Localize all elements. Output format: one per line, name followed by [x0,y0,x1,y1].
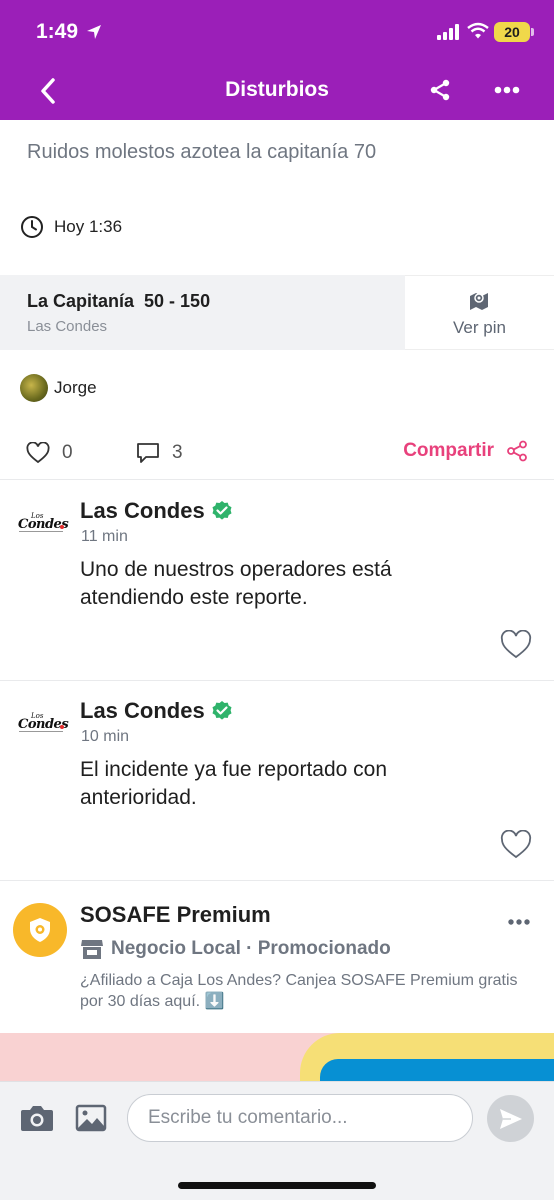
send-button[interactable] [487,1095,534,1142]
logo-underline [19,731,63,732]
comment-author-name: Las Condes [80,698,205,723]
comment-author: Las Condes [80,698,233,724]
promo-description: ¿Afiliado a Caja Los Andes? Canjea SOSAF… [80,972,518,1010]
home-indicator[interactable] [178,1182,376,1189]
author-name: Jorge [54,378,97,397]
report-headline: Ruidos molestos azotea la capitanía 70 [27,141,377,163]
report-time: Hoy 1:36 [54,217,123,236]
more-icon[interactable] [494,86,520,94]
view-pin-label: Ver pin [453,318,506,337]
share-icon [507,440,527,462]
status-bar: 1:49 20 [0,0,554,66]
comment-button[interactable]: 3 [136,442,183,464]
report-actions: 0 3 Compartir [0,432,554,472]
logo-dot [60,725,64,729]
home-area [0,1155,554,1200]
comment-author-name: Las Condes [80,498,205,523]
share-label: Compartir [403,440,494,461]
more-icon[interactable] [508,919,530,925]
wifi-icon [467,22,489,39]
comment-count: 3 [172,442,183,463]
map-icon [470,293,488,310]
send-icon [500,1109,522,1129]
promo-badge [13,903,67,957]
like-count: 0 [62,442,73,463]
verified-icon [212,701,232,720]
address-main: La Capitanía 50 - 150 [27,291,211,311]
comment-input[interactable] [127,1094,473,1142]
comment-item: Los Condes Las Condes 10 min El incident… [0,680,554,880]
location-arrow-icon [87,25,101,39]
comment-text: El incidente ya fue reportado con anteri… [80,758,388,809]
battery-tip [531,28,534,36]
avatar [20,374,48,402]
logo-underline [19,531,63,532]
las-condes-logo: Los Condes [17,712,69,734]
view-pin-button[interactable]: Ver pin [405,275,554,350]
heart-icon [26,442,50,464]
heart-icon[interactable] [500,630,532,660]
battery-indicator: 20 [494,22,530,42]
share-button[interactable]: Compartir [403,440,528,462]
comment-text: Uno de nuestros operadores está atendien… [80,558,392,609]
gallery-icon[interactable] [75,1104,107,1132]
report-time-row: Hoy 1:36 [20,215,122,239]
comment-time: 10 min [81,728,130,745]
address-box: La Capitanía 50 - 150 Las Condes [0,275,405,350]
signal-icon [437,24,459,40]
promo-card[interactable]: SOSAFE Premium Negocio Local · Promocion… [0,881,554,1033]
share-icon[interactable] [428,78,452,102]
promo-subtitle: Negocio Local · Promocionado [111,938,391,959]
shield-icon [30,918,50,942]
camera-icon[interactable] [20,1104,54,1132]
report-author[interactable]: Jorge [20,374,97,402]
status-time: 1:49 [36,20,79,43]
nav-bar: Disturbios [0,66,554,120]
comment-item: Los Condes Las Condes 11 min Uno de nues… [0,480,554,680]
top-bar: 1:49 20 Disturbios [0,0,554,120]
banner-shape-blue [320,1059,554,1081]
comment-time: 11 min [81,528,128,545]
las-condes-logo: Los Condes [17,512,69,534]
verified-icon [212,501,232,520]
comment-author: Las Condes [80,498,233,524]
promo-subtitle-row: Negocio Local · Promocionado [80,938,391,960]
store-icon [81,940,103,959]
comment-composer [0,1081,554,1155]
heart-icon[interactable] [500,830,532,860]
clock-icon [21,216,43,238]
logo-dot [60,525,64,529]
page-title: Disturbios [225,78,329,101]
address-sub: Las Condes [27,318,108,335]
comment-icon [137,443,159,463]
promo-title: SOSAFE Premium [80,902,271,927]
like-button[interactable]: 0 [26,442,73,464]
promo-banner-image[interactable] [0,1033,554,1081]
